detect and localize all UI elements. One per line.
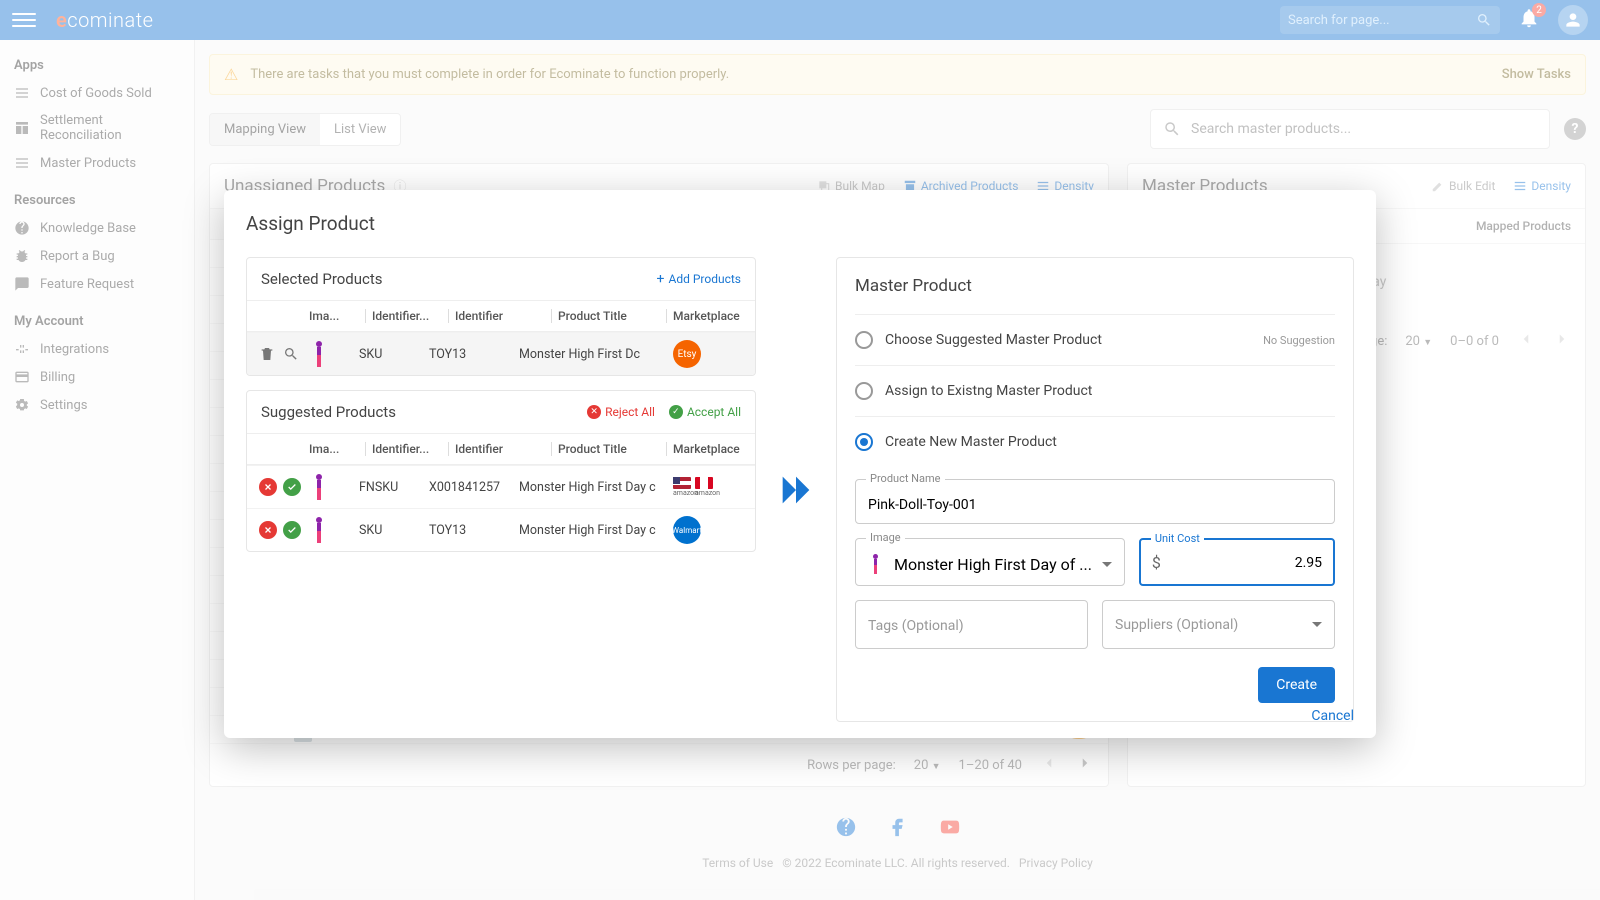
- image-thumb-icon: [868, 553, 884, 575]
- walmart-badge-icon: Walmart: [673, 516, 701, 544]
- selected-products-title: Selected Products: [261, 270, 383, 288]
- product-thumb-icon: [309, 339, 329, 369]
- view-icon[interactable]: [283, 346, 299, 362]
- add-products-button[interactable]: +Add Products: [657, 271, 741, 287]
- tags-field[interactable]: Tags (Optional): [855, 600, 1088, 649]
- radio-icon: [855, 382, 873, 400]
- option-create-new[interactable]: Create New Master Product: [855, 416, 1335, 467]
- suggested-product-row: SKU TOY13 Monster High First Day c Walma…: [247, 508, 755, 551]
- modal-overlay: Assign Product Selected Products +Add Pr…: [0, 0, 1600, 900]
- assign-arrow-icon: [776, 257, 816, 722]
- accept-all-button[interactable]: ✓Accept All: [669, 405, 741, 419]
- etsy-badge-icon: Etsy: [673, 340, 701, 368]
- suggested-columns: Ima... Identifier... Identifier Product …: [247, 433, 755, 465]
- master-product-card: Master Product Choose Suggested Master P…: [836, 257, 1354, 722]
- currency-symbol: $: [1152, 553, 1161, 572]
- unit-cost-field[interactable]: Unit Cost $: [1139, 538, 1335, 586]
- chevron-down-icon: [1312, 622, 1322, 627]
- chevron-down-icon: [1102, 562, 1112, 567]
- selected-products-card: Selected Products +Add Products Ima... I…: [246, 257, 756, 376]
- product-thumb-icon: [309, 515, 329, 545]
- product-thumb-icon: [309, 472, 329, 502]
- product-name-input[interactable]: [868, 497, 1322, 513]
- reject-row-button[interactable]: [259, 521, 277, 539]
- amazon-marketplace-icon: amazon amazon: [673, 477, 713, 497]
- suggested-products-title: Suggested Products: [261, 403, 396, 421]
- radio-icon: [855, 331, 873, 349]
- no-suggestion-label: No Suggestion: [1263, 334, 1335, 347]
- selected-product-row: SKU TOY13 Monster High First Dc Etsy: [247, 332, 755, 375]
- suggested-products-card: Suggested Products ✕Reject All ✓Accept A…: [246, 390, 756, 552]
- selected-columns: Ima... Identifier... Identifier Product …: [247, 300, 755, 332]
- create-button[interactable]: Create: [1258, 667, 1335, 703]
- master-product-title: Master Product: [855, 276, 1335, 296]
- reject-all-button[interactable]: ✕Reject All: [587, 405, 655, 419]
- assign-product-dialog: Assign Product Selected Products +Add Pr…: [224, 190, 1376, 738]
- suppliers-field[interactable]: Suppliers (Optional): [1102, 600, 1335, 649]
- cancel-button[interactable]: Cancel: [1311, 708, 1354, 724]
- accept-row-button[interactable]: [283, 478, 301, 496]
- accept-row-button[interactable]: [283, 521, 301, 539]
- dialog-title: Assign Product: [246, 212, 1354, 235]
- suggested-product-row: FNSKU X001841257 Monster High First Day …: [247, 465, 755, 508]
- delete-icon[interactable]: [259, 346, 275, 362]
- reject-row-button[interactable]: [259, 478, 277, 496]
- image-select-value: Monster High First Day of ...: [894, 555, 1092, 574]
- option-assign-existing[interactable]: Assign to Existng Master Product: [855, 365, 1335, 416]
- image-select-field[interactable]: Image Monster High First Day of ...: [855, 538, 1125, 586]
- radio-checked-icon: [855, 433, 873, 451]
- unit-cost-input[interactable]: [1169, 555, 1322, 571]
- product-name-field[interactable]: Product Name: [855, 479, 1335, 524]
- option-choose-suggested[interactable]: Choose Suggested Master Product No Sugge…: [855, 314, 1335, 365]
